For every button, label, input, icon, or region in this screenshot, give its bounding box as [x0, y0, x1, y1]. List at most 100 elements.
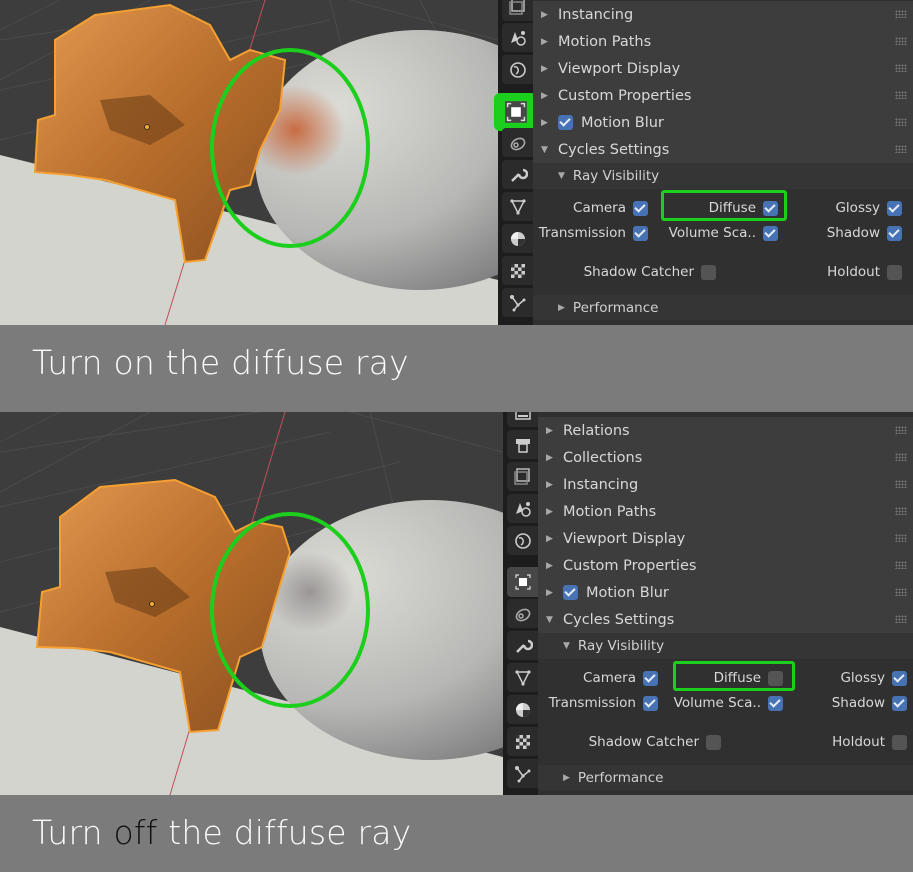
volume-scatter-checkbox[interactable] — [768, 695, 783, 711]
section-label: Motion Blur — [586, 584, 669, 601]
camera-toggle[interactable]: Camera — [573, 200, 648, 216]
drag-grip-icon[interactable] — [895, 10, 907, 18]
section-motion-blur[interactable]: ▶ Motion Blur — [538, 579, 913, 606]
drag-grip-icon[interactable] — [895, 480, 907, 488]
particles-icon[interactable] — [502, 288, 533, 317]
top-screenshot: ▶ Instancing ▶ Motion Paths ▶ Viewport Disp… — [0, 0, 913, 325]
shadow-checkbox[interactable] — [887, 225, 902, 241]
option-label: Volume Sca.. — [668, 225, 756, 241]
physics-shapes-icon[interactable] — [502, 23, 533, 52]
drag-grip-icon[interactable] — [895, 64, 907, 72]
shadow-toggle[interactable]: Shadow — [832, 695, 907, 711]
object-icon[interactable] — [494, 93, 537, 131]
printer-icon[interactable] — [507, 430, 538, 459]
caption-top: Turn on the diffuse ray — [0, 325, 913, 412]
expand-arrow-icon: ▶ — [546, 587, 553, 598]
expand-arrow-icon: ▶ — [546, 452, 553, 463]
holdout-toggle[interactable]: Holdout — [832, 734, 907, 750]
camera-checkbox[interactable] — [643, 670, 658, 686]
glossy-checkbox[interactable] — [892, 670, 907, 686]
texture-icon[interactable] — [507, 727, 538, 756]
section-viewport-display[interactable]: ▶ Viewport Display — [533, 55, 913, 82]
subpanel-label: Ray Visibility — [577, 638, 665, 654]
holdout-checkbox[interactable] — [887, 264, 902, 280]
drag-grip-icon[interactable] — [895, 37, 907, 45]
volume-scatter-toggle[interactable]: Volume Sca.. — [674, 695, 783, 711]
subpanel-performance[interactable]: ▶ Performance — [538, 765, 913, 790]
physics-shapes-icon[interactable] — [507, 494, 538, 523]
mesh-data-icon[interactable] — [507, 663, 538, 692]
constraint-icon[interactable] — [502, 128, 533, 157]
object-icon[interactable] — [507, 567, 538, 597]
drag-grip-icon[interactable] — [895, 507, 907, 515]
section-custom-properties[interactable]: ▶ Custom Properties — [538, 552, 913, 579]
drag-grip-icon[interactable] — [895, 426, 907, 434]
texture-icon[interactable] — [502, 256, 533, 285]
section-motion-blur[interactable]: ▶ Motion Blur — [533, 109, 913, 136]
section-custom-properties[interactable]: ▶ Custom Properties — [533, 82, 913, 109]
drag-grip-icon[interactable] — [895, 453, 907, 461]
glossy-toggle[interactable]: Glossy — [840, 670, 907, 686]
drag-grip-icon[interactable] — [895, 118, 907, 126]
world-icon[interactable] — [507, 526, 538, 555]
wrench-icon[interactable] — [507, 631, 538, 660]
drag-grip-icon[interactable] — [895, 561, 907, 569]
expand-arrow-icon: ▶ — [563, 772, 570, 783]
subpanel-ray-visibility[interactable]: ▼ Ray Visibility — [533, 163, 913, 189]
camera-checkbox[interactable] — [633, 200, 648, 216]
wrench-icon[interactable] — [502, 160, 533, 189]
image-stack-icon[interactable] — [502, 0, 533, 21]
transmission-toggle[interactable]: Transmission — [549, 695, 658, 711]
camera-toggle[interactable]: Camera — [583, 670, 658, 686]
shadow-checkbox[interactable] — [892, 695, 907, 711]
material-icon[interactable] — [502, 224, 533, 253]
output-icon[interactable] — [507, 412, 538, 427]
shadow-catcher-toggle[interactable]: Shadow Catcher — [584, 264, 716, 280]
section-collections[interactable]: ▶ Collections — [538, 444, 913, 471]
drag-grip-icon[interactable] — [895, 615, 907, 623]
transmission-checkbox[interactable] — [643, 695, 658, 711]
shadow-catcher-toggle[interactable]: Shadow Catcher — [589, 734, 721, 750]
particles-icon[interactable] — [507, 759, 538, 788]
section-motion-paths[interactable]: ▶ Motion Paths — [538, 498, 913, 525]
section-label: Cycles Settings — [558, 141, 670, 158]
subpanel-ray-visibility[interactable]: ▼ Ray Visibility — [538, 633, 913, 659]
option-label: Glossy — [835, 200, 880, 216]
section-motion-paths[interactable]: ▶ Motion Paths — [533, 28, 913, 55]
drag-grip-icon[interactable] — [895, 534, 907, 542]
holdout-checkbox[interactable] — [892, 734, 907, 750]
image-stack-icon[interactable] — [507, 462, 538, 491]
subpanel-performance[interactable]: ▶ Performance — [533, 295, 913, 320]
world-icon[interactable] — [502, 55, 533, 84]
glossy-checkbox[interactable] — [887, 200, 902, 216]
mesh-data-icon[interactable] — [502, 192, 533, 221]
viewport-3d-top[interactable] — [0, 0, 498, 325]
shadow-catcher-checkbox[interactable] — [701, 264, 716, 280]
diffuse-highlight-box — [673, 661, 795, 691]
motion-blur-checkbox[interactable] — [563, 585, 578, 600]
drag-grip-icon[interactable] — [895, 588, 907, 596]
volume-scatter-toggle[interactable]: Volume Sca.. — [669, 225, 778, 241]
option-label: Holdout — [832, 734, 885, 750]
section-cycles-settings[interactable]: ▼ Cycles Settings — [533, 136, 913, 163]
holdout-toggle[interactable]: Holdout — [827, 264, 902, 280]
section-instancing[interactable]: ▶ Instancing — [538, 471, 913, 498]
volume-scatter-checkbox[interactable] — [763, 225, 778, 241]
section-viewport-display[interactable]: ▶ Viewport Display — [538, 525, 913, 552]
material-icon[interactable] — [507, 695, 538, 724]
shadow-toggle[interactable]: Shadow — [827, 225, 902, 241]
motion-blur-checkbox[interactable] — [558, 115, 573, 130]
subpanel-label: Performance — [572, 299, 659, 316]
glossy-toggle[interactable]: Glossy — [835, 200, 902, 216]
section-relations[interactable]: ▶ Relations — [538, 417, 913, 444]
drag-grip-icon[interactable] — [895, 145, 907, 153]
viewport-3d-bottom[interactable] — [0, 412, 503, 795]
constraint-icon[interactable] — [507, 599, 538, 628]
shadow-catcher-checkbox[interactable] — [706, 734, 721, 750]
section-cycles-settings[interactable]: ▼ Cycles Settings — [538, 606, 913, 633]
section-instancing[interactable]: ▶ Instancing — [533, 1, 913, 28]
drag-grip-icon[interactable] — [895, 91, 907, 99]
transmission-checkbox[interactable] — [633, 225, 648, 241]
transmission-toggle[interactable]: Transmission — [539, 225, 648, 241]
option-label: Shadow — [826, 225, 880, 241]
